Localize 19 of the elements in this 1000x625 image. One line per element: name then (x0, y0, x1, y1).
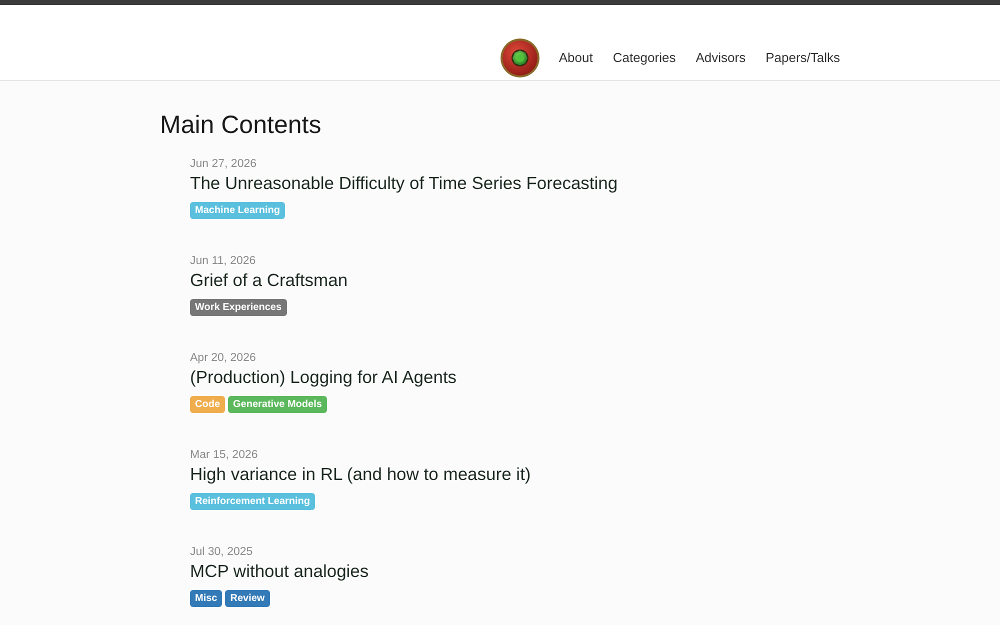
nav-link[interactable]: Papers/Talks (766, 48, 840, 66)
post-title-link[interactable]: MCP without analogies (190, 560, 369, 582)
post-date: Jun 27, 2026 (190, 157, 257, 172)
post-title-link[interactable]: High variance in RL (and how to measure it) (190, 463, 531, 485)
post-title-link[interactable]: Grief of a Craftsman (190, 269, 348, 291)
post-date: Jun 11, 2026 (190, 254, 256, 269)
page-heading: Main Contents (160, 110, 322, 141)
category-tag[interactable]: Work Experiences (190, 299, 287, 316)
gem-logo-icon[interactable] (500, 38, 540, 78)
post-date: Apr 20, 2026 (190, 351, 256, 366)
nav-link[interactable]: Categories (612, 48, 676, 66)
category-tag[interactable]: Review (225, 590, 270, 607)
post-title-link[interactable]: (Production) Logging for AI Agents (190, 366, 457, 388)
post-title-link[interactable]: The Unreasonable Difficulty of Time Series Forecasting (190, 172, 618, 194)
nav-link[interactable]: About (558, 48, 593, 66)
category-tag[interactable]: Misc (190, 590, 222, 607)
post-date: Mar 15, 2026 (190, 448, 258, 463)
nav-link[interactable]: Advisors (696, 48, 746, 66)
post-date: Jul 30, 2025 (190, 545, 253, 560)
